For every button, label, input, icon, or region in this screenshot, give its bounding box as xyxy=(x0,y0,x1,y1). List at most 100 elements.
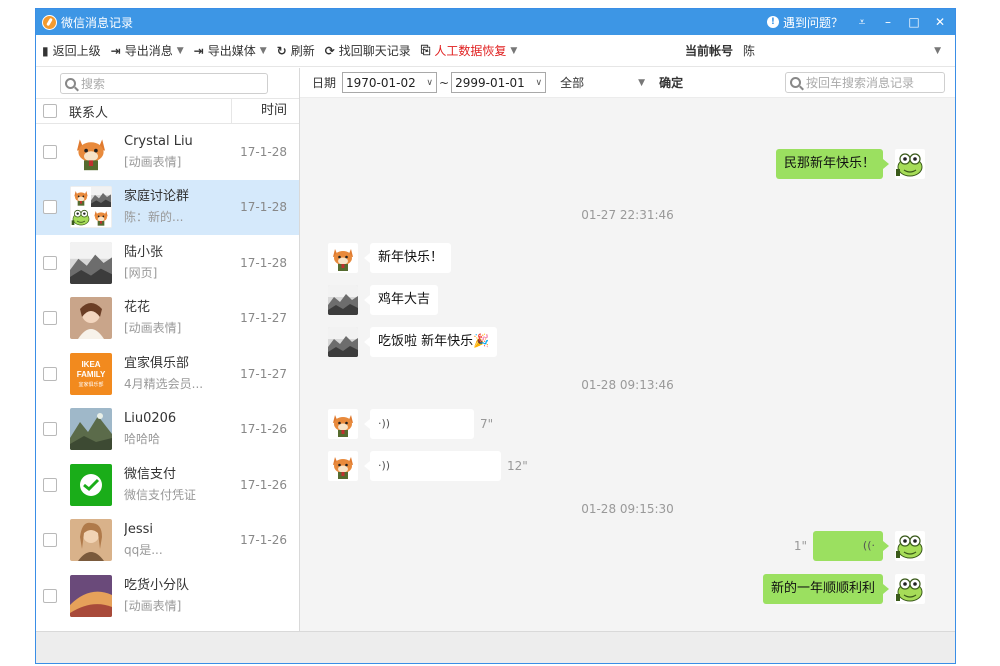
date-from-picker[interactable]: 1970-01-02 ∨ xyxy=(342,72,438,93)
contact-time: 17-1-26 xyxy=(240,422,287,437)
avatar xyxy=(70,131,112,173)
my-message-bubble[interactable]: 民那新年快乐！ xyxy=(775,149,890,179)
help-link[interactable]: ! 遇到问题？ xyxy=(766,14,843,31)
contact-message-bubble[interactable]: 鸡年大吉 xyxy=(363,285,439,315)
back-button[interactable]: ▮ 返回上级 xyxy=(42,42,101,59)
column-header-contact[interactable]: 联系人 xyxy=(69,102,231,121)
recover-chat-button[interactable]: ⟳ 找回聊天记录 xyxy=(325,42,411,59)
message-row: ·)) 12" xyxy=(328,451,534,481)
date-to-value: 2999-01-01 xyxy=(455,75,525,90)
export-media-button[interactable]: ⇥ 导出媒体 ▼ xyxy=(194,42,267,59)
contact-item[interactable]: 陆小张 [网页] 17-1-28 xyxy=(36,235,299,291)
dropdown-icon[interactable]: ⩡ xyxy=(855,15,869,29)
close-button[interactable]: ✕ xyxy=(933,15,947,29)
contact-list-header: 联系人 时间 xyxy=(36,98,299,124)
message-timestamp: 01-27 22:31:46 xyxy=(581,208,674,222)
date-label: 日期 xyxy=(312,76,337,90)
message-area: 民那新年快乐！ 01-27 22:31:46 新年快乐！ 鸡年大吉 吃饭啦 新年… xyxy=(300,98,955,631)
my-message-bubble[interactable]: 新的一年顺顺利利 xyxy=(762,574,890,604)
contact-item[interactable]: Jessi qq是... 17-1-26 xyxy=(36,513,299,569)
my-avatar xyxy=(895,574,925,604)
contact-name: Jessi xyxy=(124,522,153,538)
contact-search-input[interactable]: 搜索 xyxy=(60,72,268,94)
contact-avatar xyxy=(328,451,358,481)
message-search-input[interactable]: 按回车搜索消息记录 xyxy=(785,72,945,93)
contact-time: 17-1-26 xyxy=(240,477,287,492)
contact-time: 17-1-28 xyxy=(240,144,287,159)
contact-item[interactable]: IKEA FAMILY 宜家俱乐部 宜家俱乐部 4月精选会员... 17-1-2… xyxy=(36,346,299,402)
message-type-select[interactable]: 全部 ▼ xyxy=(560,74,645,91)
account-dropdown[interactable]: 陈 ▼ xyxy=(739,41,945,61)
chevron-down-icon: ▼ xyxy=(510,45,518,56)
chevron-down-icon: ∨ xyxy=(535,77,543,88)
contact-item[interactable]: Crystal Liu [动画表情] 17-1-28 xyxy=(36,124,299,180)
svg-text:宜家俱乐部: 宜家俱乐部 xyxy=(78,381,103,388)
contact-name: Liu0206 xyxy=(124,411,177,427)
sync-icon: ⟳ xyxy=(324,43,335,58)
message-row: 鸡年大吉 xyxy=(328,285,439,315)
voice-icon: ((· xyxy=(862,539,875,552)
filter-bar: 日期 1970-01-02 ∨ ~ 2999-01-01 ∨ 全部 ▼ 确定 按… xyxy=(300,68,955,98)
contact-message-bubble[interactable]: 吃饭啦 新年快乐🎉 xyxy=(363,327,498,357)
contact-name: 宜家俱乐部 xyxy=(124,355,190,371)
manual-recovery-button[interactable]: ⎘ 人工数据恢复 ▼ xyxy=(421,42,518,59)
search-placeholder: 搜索 xyxy=(81,76,106,91)
contact-name: 陆小张 xyxy=(124,244,164,260)
contact-checkbox[interactable] xyxy=(43,255,57,270)
contact-checkbox[interactable] xyxy=(43,533,57,548)
voice-icon: ·)) xyxy=(378,459,391,472)
contact-item[interactable]: 微信支付 微信支付凭证 17-1-26 xyxy=(36,457,299,513)
message-timestamp: 01-28 09:13:46 xyxy=(581,378,674,392)
export-messages-button[interactable]: ⇥ 导出消息 ▼ xyxy=(111,42,184,59)
chevron-down-icon: ∨ xyxy=(426,77,434,88)
status-bar xyxy=(36,631,955,663)
refresh-button[interactable]: ↻ 刷新 xyxy=(277,42,315,59)
chat-panel: 日期 1970-01-02 ∨ ~ 2999-01-01 ∨ 全部 ▼ 确定 按… xyxy=(300,68,955,631)
confirm-button[interactable]: 确定 xyxy=(659,74,683,91)
voice-message-bubble[interactable]: ((· xyxy=(813,531,889,561)
contact-preview: [网页] xyxy=(124,265,158,280)
voice-duration: 12" xyxy=(507,459,528,473)
contact-item[interactable]: 花花 [动画表情] 17-1-27 xyxy=(36,291,299,347)
date-separator: ~ xyxy=(439,75,450,90)
column-header-time[interactable]: 时间 xyxy=(231,98,299,124)
contact-checkbox[interactable] xyxy=(43,477,57,492)
refresh-label: 刷新 xyxy=(290,44,315,58)
chevron-down-icon: ▼ xyxy=(638,77,646,88)
search-icon xyxy=(65,77,76,89)
message-row: 民那新年快乐！ xyxy=(775,149,925,179)
message-row: 新的一年顺顺利利 xyxy=(762,574,925,604)
contact-message-bubble[interactable]: 新年快乐！ xyxy=(363,243,452,273)
contact-checkbox[interactable] xyxy=(43,144,57,159)
voice-message-bubble[interactable]: ·)) xyxy=(364,451,501,481)
export-icon: ⇥ xyxy=(193,43,204,58)
voice-message-bubble[interactable]: ·)) xyxy=(364,409,474,439)
date-from-value: 1970-01-02 xyxy=(346,75,416,90)
maximize-button[interactable]: □ xyxy=(907,15,921,29)
message-row: 吃饭啦 新年快乐🎉 xyxy=(328,327,498,357)
contact-checkbox[interactable] xyxy=(43,588,57,603)
contact-item[interactable]: 家庭讨论群 陈：新的... 17-1-28 xyxy=(36,179,299,235)
back-icon: ▮ xyxy=(42,43,49,58)
contact-checkbox[interactable] xyxy=(43,311,57,326)
my-avatar xyxy=(895,149,925,179)
help-label: 遇到问题？ xyxy=(782,15,843,30)
date-to-picker[interactable]: 2999-01-01 ∨ xyxy=(451,72,547,93)
export-icon: ⇥ xyxy=(110,43,121,58)
account-value: 陈 xyxy=(743,44,756,58)
contact-checkbox[interactable] xyxy=(43,200,57,215)
minimize-button[interactable]: – xyxy=(881,15,895,29)
select-all-checkbox[interactable] xyxy=(43,104,57,118)
document-icon: ⎘ xyxy=(420,43,431,57)
search-icon xyxy=(790,77,801,88)
contact-item[interactable]: Liu0206 哈哈哈 17-1-26 xyxy=(36,402,299,458)
contact-checkbox[interactable] xyxy=(43,366,57,381)
contact-item[interactable]: 吃货小分队 [动画表情] xyxy=(36,568,299,624)
message-row: 新年快乐！ xyxy=(328,243,452,273)
chevron-down-icon: ▼ xyxy=(176,45,184,56)
contact-checkbox[interactable] xyxy=(43,422,57,437)
wechat-pay-logo xyxy=(70,463,112,506)
avatar xyxy=(70,408,112,451)
contact-name: 微信支付 xyxy=(124,466,177,482)
avatar xyxy=(70,297,112,340)
